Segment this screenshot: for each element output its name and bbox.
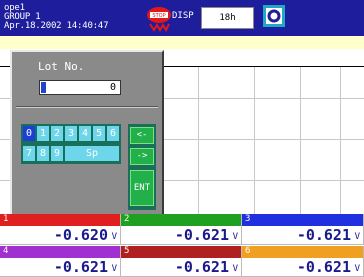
key-1[interactable]: 1: [37, 126, 49, 141]
channel-unit: V: [354, 232, 360, 242]
channel-number: 6: [245, 246, 251, 256]
key-8[interactable]: 8: [37, 146, 49, 161]
svg-text:STOP: STOP: [152, 13, 165, 19]
cursor-back-button[interactable]: <-: [130, 127, 154, 144]
channel-number: 4: [3, 246, 9, 256]
key-6[interactable]: 6: [107, 126, 119, 141]
date-time: Apr.18.2002 14:40:47: [4, 21, 109, 31]
channel-value: -0.621: [174, 226, 229, 244]
channel-color-bar: [242, 214, 363, 226]
channel-unit: V: [111, 232, 117, 242]
channel-color-bar: [0, 214, 120, 226]
lot-number-value: 0: [109, 82, 116, 93]
channel-panel-5: 5 -0.621 V: [121, 246, 242, 277]
trend-rate: 18h: [201, 7, 254, 29]
channel-value: -0.621: [53, 258, 108, 276]
key-3[interactable]: 3: [65, 126, 77, 141]
key-space[interactable]: Sp: [65, 146, 119, 161]
grid-line: [300, 67, 301, 214]
channel-panel-4: 4 -0.621 V: [0, 246, 121, 277]
channel-value-panels: 1 -0.620 V 2 -0.621 V 3 -0.621 V 4 -0.62…: [0, 214, 364, 277]
alarm-stop-icon[interactable]: STOP: [146, 6, 172, 32]
channel-value: -0.620: [53, 226, 108, 244]
message-strip: [0, 36, 364, 49]
channel-panel-6: 6 -0.621 V: [242, 246, 364, 277]
channel-value: -0.621: [296, 226, 351, 244]
channel-number: 5: [124, 246, 130, 256]
channel-color-bar: [121, 246, 241, 258]
grid-line: [254, 67, 255, 214]
channel-panel-2: 2 -0.621 V: [121, 214, 242, 245]
character-keypad: 0 1 2 3 4 5 6 7 8 9 Sp: [21, 124, 121, 164]
navigation-keypad: <- -> ENT: [128, 124, 156, 210]
grid-line: [198, 67, 199, 214]
key-7[interactable]: 7: [23, 146, 35, 161]
lot-number-input[interactable]: 0: [39, 80, 121, 95]
channel-value: -0.621: [296, 258, 351, 276]
key-9[interactable]: 9: [51, 146, 63, 161]
lot-number-dialog: Lot No. 0 0 1 2 3 4 5 6 7 8 9 Sp <- -> E…: [10, 50, 164, 216]
key-5[interactable]: 5: [93, 126, 105, 141]
text-cursor: [41, 82, 46, 93]
channel-number: 1: [3, 214, 9, 224]
channel-unit: V: [232, 232, 238, 242]
channel-color-bar: [0, 246, 120, 258]
key-0[interactable]: 0: [23, 126, 35, 141]
dialog-separator: [16, 106, 158, 108]
key-2[interactable]: 2: [51, 126, 63, 141]
channel-value: -0.621: [174, 258, 229, 276]
cursor-forward-button[interactable]: ->: [130, 148, 154, 165]
memory-status-icon: [263, 5, 285, 27]
channel-unit: V: [232, 264, 238, 274]
status-bar: ope1 GROUP 1 Apr.18.2002 14:40:47 STOP D…: [0, 0, 364, 36]
grid-line: [340, 67, 341, 214]
channel-number: 3: [245, 214, 251, 224]
key-4[interactable]: 4: [79, 126, 91, 141]
disp-label: DISP: [172, 11, 194, 21]
channel-color-bar: [121, 214, 241, 226]
channel-unit: V: [354, 264, 360, 274]
enter-button[interactable]: ENT: [130, 170, 154, 206]
dialog-title: Lot No.: [38, 60, 85, 73]
channel-panel-1: 1 -0.620 V: [0, 214, 121, 245]
channel-color-bar: [242, 246, 363, 258]
channel-unit: V: [111, 264, 117, 274]
channel-number: 2: [124, 214, 130, 224]
channel-panel-3: 3 -0.621 V: [242, 214, 364, 245]
